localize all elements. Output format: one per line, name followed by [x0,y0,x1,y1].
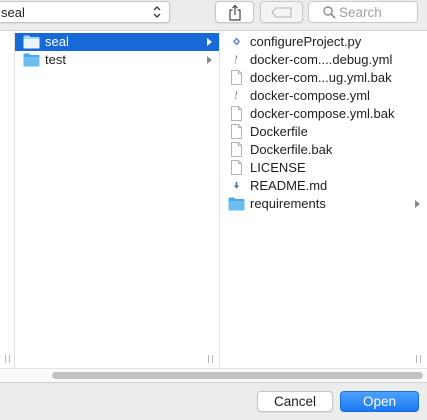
column-resize-handle[interactable] [416,355,421,363]
list-item-requirements[interactable]: requirements [220,195,427,213]
chevron-right-icon [207,56,212,64]
list-item-readme[interactable]: README.md [220,177,427,195]
list-item-label: requirements [250,196,326,211]
chevron-right-icon [415,200,420,208]
location-popup[interactable]: seal [0,1,170,23]
folder-icon [23,35,40,49]
dialog-button-bar: Cancel Open [0,382,427,420]
tag-icon [271,7,292,18]
list-item-label: test [45,52,66,67]
list-item-label: configureProject.py [250,34,362,49]
open-button[interactable]: Open [340,391,419,412]
list-item-label: docker-com....debug.yml [250,52,393,67]
list-item-docker-compose-bak[interactable]: docker-compose.yml.bak [220,105,427,123]
python-file-icon [233,37,240,46]
list-item-label: README.md [250,178,328,193]
document-icon [231,160,242,175]
document-icon [231,142,242,157]
list-item-configure-project[interactable]: configureProject.py [220,33,427,51]
scrollbar-thumb[interactable] [52,372,423,379]
search-icon [323,6,336,19]
document-icon [231,124,242,139]
list-item-license[interactable]: LICENSE [220,159,427,177]
list-item-dockerfile-bak[interactable]: Dockerfile.bak [220,141,427,159]
yaml-file-icon: ! [234,91,238,102]
column-browser: seal test configureProject.py ! docker-c… [0,30,427,369]
list-item-docker-compose-debug[interactable]: ! docker-com....debug.yml [220,51,427,69]
folder-icon [228,197,245,211]
markdown-file-icon [233,182,240,189]
share-icon [229,4,241,21]
list-item-label: seal [45,34,69,49]
search-input[interactable] [339,4,415,21]
list-item-dockerfile[interactable]: Dockerfile [220,123,427,141]
chevron-right-icon [207,38,212,46]
list-item-label: LICENSE [250,160,306,175]
list-item-label: docker-compose.yml [250,88,370,103]
search-field[interactable] [308,1,418,23]
document-icon [231,106,242,121]
up-down-chevron-icon [153,6,161,18]
list-item-docker-compose-debug-bak[interactable]: docker-com...ug.yml.bak [220,69,427,87]
toolbar: seal [0,0,427,28]
list-item-label: docker-compose.yml.bak [250,106,395,121]
document-icon [231,70,242,85]
browser-column-1[interactable] [0,31,15,369]
share-button[interactable] [215,1,254,23]
browser-column-3[interactable]: configureProject.py ! docker-com....debu… [220,31,427,369]
column-resize-handle[interactable] [208,355,213,363]
tag-button[interactable] [260,1,303,23]
list-item-seal[interactable]: seal [15,33,219,51]
horizontal-scrollbar[interactable] [0,368,427,382]
svg-text:!: ! [234,91,238,102]
location-popup-value: seal [1,5,25,20]
svg-text:!: ! [234,55,238,66]
list-item-label: Dockerfile [250,124,308,139]
column-resize-handle[interactable] [5,355,10,363]
yaml-file-icon: ! [234,55,238,66]
list-item-label: Dockerfile.bak [250,142,333,157]
list-item-docker-compose[interactable]: ! docker-compose.yml [220,87,427,105]
list-item-test[interactable]: test [15,51,219,69]
cancel-button[interactable]: Cancel [257,391,333,412]
list-item-label: docker-com...ug.yml.bak [250,70,392,85]
browser-column-2[interactable]: seal test [15,31,220,369]
folder-icon [23,53,40,67]
